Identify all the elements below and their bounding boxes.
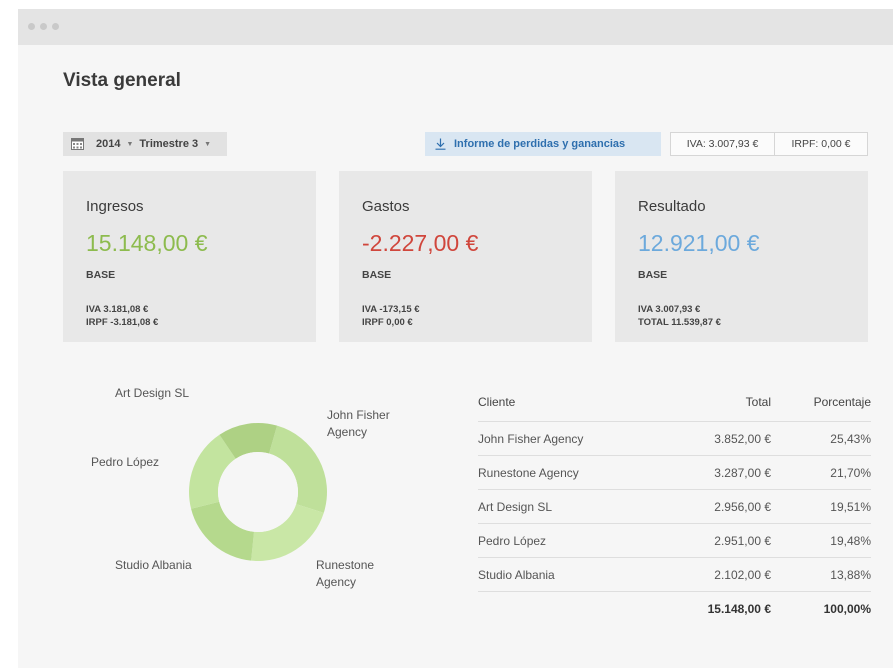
cell-total: 3.852,00 € <box>714 432 771 446</box>
chart-label-line: Agency <box>316 575 357 589</box>
table-row[interactable]: Pedro López 2.951,00 € 19,48% <box>478 523 871 558</box>
column-header-cliente: Cliente <box>478 395 516 409</box>
chevron-down-icon: ▼ <box>126 140 134 148</box>
card-base-label: BASE <box>86 269 116 281</box>
table-row[interactable]: Art Design SL 2.956,00 € 19,51% <box>478 489 871 524</box>
chevron-down-icon: ▼ <box>204 140 212 148</box>
card-detail-line: IVA -173,15 € <box>362 304 420 315</box>
column-header-total: Total <box>745 395 771 409</box>
cell-percent: 19,48% <box>830 534 871 548</box>
cell-client: Studio Albania <box>478 568 555 582</box>
card-ingresos: Ingresos 15.148,00 € BASE IVA 3.181,08 €… <box>63 171 316 342</box>
irpf-summary-box: IRPF: 0,00 € <box>774 132 868 156</box>
card-amount: 15.148,00 € <box>86 230 208 256</box>
iva-summary-box: IVA: 3.007,93 € <box>670 132 775 156</box>
quarter-dropdown[interactable]: Trimestre 3 <box>139 138 198 150</box>
card-detail-line: IRPF -3.181,08 € <box>86 317 159 328</box>
card-base-label: BASE <box>362 269 392 281</box>
year-dropdown[interactable]: 2014 <box>96 138 120 150</box>
card-resultado: Resultado 12.921,00 € BASE IVA 3.007,93 … <box>615 171 868 342</box>
cell-client: Runestone Agency <box>478 466 579 480</box>
period-selector[interactable]: 2014 ▼ Trimestre 3 ▼ <box>63 132 227 156</box>
calendar-icon <box>71 138 84 150</box>
page-title: Vista general <box>63 70 181 91</box>
chart-label-pedro-lopez: Pedro López <box>91 455 160 469</box>
client-donut-chart <box>189 423 327 561</box>
donut-hole <box>218 452 298 532</box>
window-maximize-dot[interactable] <box>52 23 59 30</box>
card-detail-line: IVA 3.007,93 € <box>638 304 701 315</box>
cell-total: 2.951,00 € <box>714 534 771 548</box>
chart-label-runestone: Runestone Agency <box>316 557 374 591</box>
table-row[interactable]: John Fisher Agency 3.852,00 € 25,43% <box>478 421 871 456</box>
card-detail-line: IVA 3.181,08 € <box>86 304 149 315</box>
chart-label-line: Agency <box>327 425 368 439</box>
cell-client: John Fisher Agency <box>478 432 584 446</box>
cell-grand-total: 15.148,00 € <box>707 602 771 616</box>
cell-percent: 21,70% <box>830 466 871 480</box>
window-close-dot[interactable] <box>28 23 35 30</box>
cell-percent: 19,51% <box>830 500 871 514</box>
card-base-label: BASE <box>638 269 668 281</box>
cell-client: Art Design SL <box>478 500 553 514</box>
card-amount: 12.921,00 € <box>638 230 760 256</box>
table-total-row: 15.148,00 € 100,00% <box>478 591 871 626</box>
cell-grand-percent: 100,00% <box>823 602 871 616</box>
report-button-label: Informe de perdidas y ganancias <box>454 138 626 150</box>
chart-label-john-fisher: John Fisher Agency <box>327 407 390 441</box>
chart-label-studio-albania: Studio Albania <box>115 558 192 572</box>
chart-label-line: John Fisher <box>327 408 390 422</box>
card-detail-line: IRPF 0,00 € <box>362 317 413 328</box>
column-header-porcentaje: Porcentaje <box>813 395 871 409</box>
chart-label-line: Runestone <box>316 558 375 572</box>
app-window: Vista general 2014 ▼ Trimestre 3 ▼ Infor… <box>18 9 893 668</box>
card-gastos: Gastos -2.227,00 € BASE IVA -173,15 € IR… <box>339 171 592 342</box>
cell-total: 2.956,00 € <box>714 500 771 514</box>
title-bar <box>18 9 893 45</box>
cell-total: 3.287,00 € <box>714 466 771 480</box>
table-row[interactable]: Studio Albania 2.102,00 € 13,88% <box>478 557 871 592</box>
card-title: Gastos <box>362 198 410 215</box>
card-amount: -2.227,00 € <box>362 230 479 256</box>
cell-percent: 25,43% <box>830 432 871 446</box>
card-title: Resultado <box>638 198 706 215</box>
cell-percent: 13,88% <box>830 568 871 582</box>
report-download-button[interactable]: Informe de perdidas y ganancias <box>425 132 661 156</box>
chart-label-art-design: Art Design SL <box>115 386 190 400</box>
window-minimize-dot[interactable] <box>40 23 47 30</box>
card-title: Ingresos <box>86 198 144 215</box>
card-detail-line: TOTAL 11.539,87 € <box>638 317 721 328</box>
cell-total: 2.102,00 € <box>714 568 771 582</box>
table-row[interactable]: Runestone Agency 3.287,00 € 21,70% <box>478 455 871 490</box>
download-icon <box>435 138 446 150</box>
cell-client: Pedro López <box>478 534 547 548</box>
